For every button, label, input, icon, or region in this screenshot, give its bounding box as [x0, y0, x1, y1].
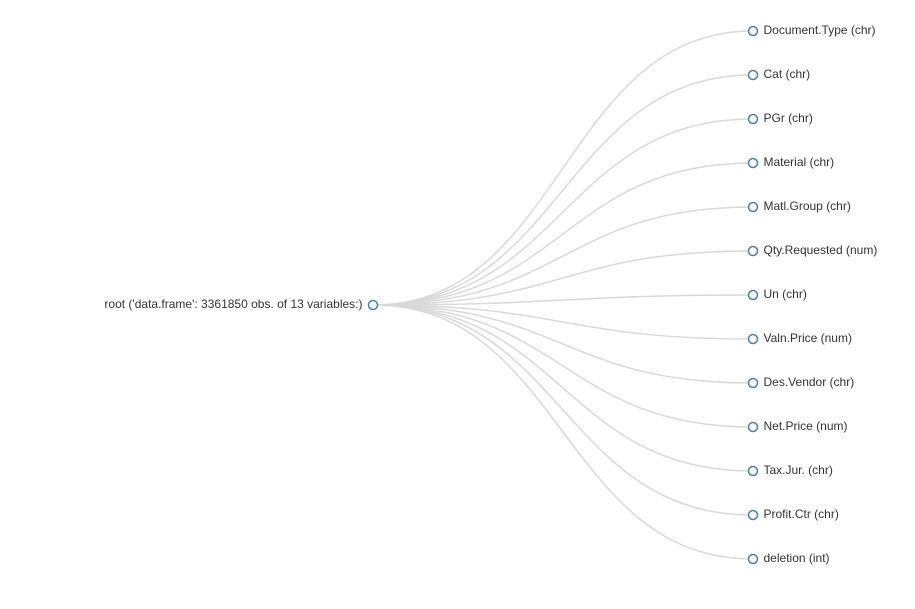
- leaf-node[interactable]: Profit.Ctr (chr): [749, 507, 839, 521]
- leaf-node-circle[interactable]: [749, 247, 758, 256]
- leaf-node-label: Valn.Price (num): [764, 331, 852, 345]
- leaf-node-label: Net.Price (num): [764, 419, 848, 433]
- root-node-circle[interactable]: [369, 301, 378, 310]
- leaf-node-circle[interactable]: [749, 467, 758, 476]
- leaf-node-circle[interactable]: [749, 203, 758, 212]
- leaf-node-label: PGr (chr): [764, 111, 813, 125]
- leaf-node-circle[interactable]: [749, 71, 758, 80]
- leaf-node[interactable]: Des.Vendor (chr): [749, 375, 855, 389]
- leaf-node-circle[interactable]: [749, 27, 758, 36]
- root-node-label: root ('data.frame': 3361850 obs. of 13 v…: [104, 297, 362, 311]
- leaf-node[interactable]: Qty.Requested (num): [749, 243, 878, 257]
- tree-link: [373, 305, 753, 383]
- leaf-node-label: Material (chr): [764, 155, 835, 169]
- leaf-node-circle[interactable]: [749, 159, 758, 168]
- leaf-node[interactable]: Net.Price (num): [749, 419, 848, 433]
- leaf-node[interactable]: Matl.Group (chr): [749, 199, 851, 213]
- leaf-node[interactable]: Valn.Price (num): [749, 331, 852, 345]
- leaf-node-circle[interactable]: [749, 115, 758, 124]
- leaf-node-label: Un (chr): [764, 287, 807, 301]
- tree-link: [373, 163, 753, 305]
- tree-link: [373, 207, 753, 305]
- tree-diagram: root ('data.frame': 3361850 obs. of 13 v…: [0, 0, 915, 609]
- tree-link: [373, 119, 753, 305]
- leaf-node-label: Document.Type (chr): [764, 23, 876, 37]
- leaf-node-circle[interactable]: [749, 379, 758, 388]
- leaf-node-label: Des.Vendor (chr): [764, 375, 855, 389]
- leaf-node[interactable]: PGr (chr): [749, 111, 813, 125]
- tree-link: [373, 75, 753, 305]
- leaf-node-circle[interactable]: [749, 555, 758, 564]
- leaf-node[interactable]: Material (chr): [749, 155, 835, 169]
- leaf-node[interactable]: Tax.Jur. (chr): [749, 463, 833, 477]
- leaf-node-circle[interactable]: [749, 335, 758, 344]
- leaf-node-circle[interactable]: [749, 291, 758, 300]
- leaf-node-circle[interactable]: [749, 511, 758, 520]
- leaf-node-label: Cat (chr): [764, 67, 811, 81]
- leaf-node[interactable]: deletion (int): [749, 551, 830, 565]
- leaf-node-label: Profit.Ctr (chr): [764, 507, 839, 521]
- leaf-node[interactable]: Cat (chr): [749, 67, 811, 81]
- tree-link: [373, 305, 753, 515]
- leaf-node-label: Matl.Group (chr): [764, 199, 851, 213]
- tree-link: [373, 305, 753, 427]
- root-node[interactable]: root ('data.frame': 3361850 obs. of 13 v…: [104, 297, 377, 311]
- leaf-node-label: deletion (int): [764, 551, 830, 565]
- leaf-node[interactable]: Document.Type (chr): [749, 23, 876, 37]
- leaf-node-label: Tax.Jur. (chr): [764, 463, 833, 477]
- leaf-node-label: Qty.Requested (num): [764, 243, 878, 257]
- tree-links: [373, 31, 753, 559]
- leaf-node-circle[interactable]: [749, 423, 758, 432]
- tree-nodes: root ('data.frame': 3361850 obs. of 13 v…: [104, 23, 877, 565]
- leaf-node[interactable]: Un (chr): [749, 287, 807, 301]
- tree-link: [373, 305, 753, 559]
- tree-link: [373, 305, 753, 471]
